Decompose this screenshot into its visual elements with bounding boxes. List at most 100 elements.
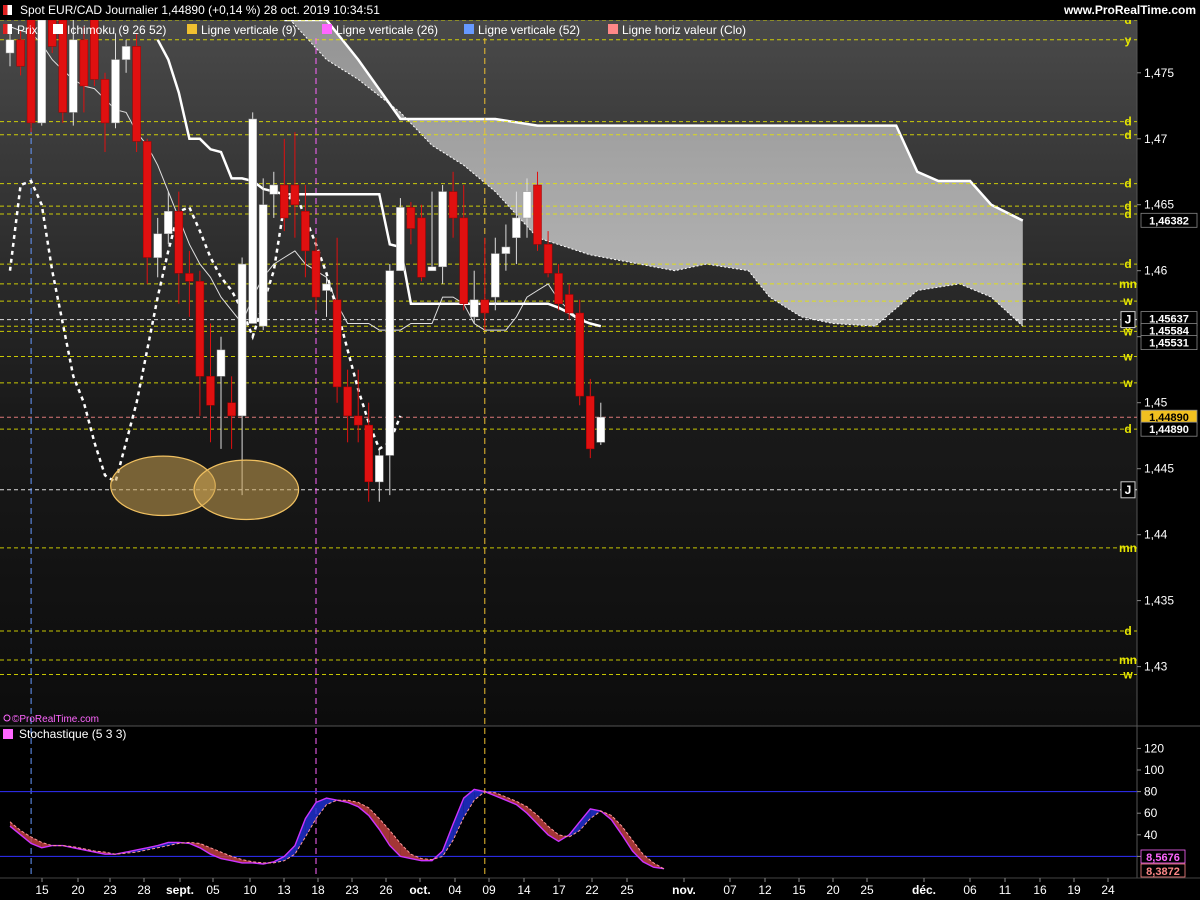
stochastic-icon bbox=[3, 729, 13, 739]
candle-body bbox=[111, 59, 120, 124]
date-tick-label: nov. bbox=[672, 883, 696, 897]
price-badge-text: 1,46382 bbox=[1149, 215, 1189, 227]
candle-body bbox=[69, 39, 78, 113]
date-tick-label: 20 bbox=[826, 883, 840, 897]
chart-title: Spot EUR/CAD Journalier 1,44890 (+0,14 %… bbox=[20, 3, 380, 17]
brand-link[interactable]: www.ProRealTime.com bbox=[1063, 3, 1196, 17]
price-tick-label: 1,47 bbox=[1144, 132, 1168, 146]
candle-body bbox=[237, 263, 247, 417]
level-label: d bbox=[1124, 177, 1131, 191]
legend-label: Ligne horiz valeur (Clo) bbox=[622, 23, 746, 37]
candle-body bbox=[269, 184, 279, 195]
candle-body bbox=[417, 217, 426, 278]
legend-swatch bbox=[322, 24, 332, 34]
date-tick-label: sept. bbox=[166, 883, 194, 897]
highlight-ellipse bbox=[193, 459, 300, 521]
level-label: d bbox=[1124, 257, 1131, 271]
date-tick-label: 11 bbox=[999, 883, 1012, 897]
price-tick-label: 1,435 bbox=[1144, 594, 1174, 608]
legend-label: Ichimoku (9 26 52) bbox=[67, 23, 166, 37]
date-tick-label: 23 bbox=[103, 883, 117, 897]
price-badge-text: 1,45531 bbox=[1149, 338, 1189, 350]
candle-body bbox=[248, 118, 257, 324]
legend-swatch bbox=[187, 24, 197, 34]
level-label: w bbox=[1122, 668, 1133, 682]
candle[interactable] bbox=[132, 33, 141, 152]
candle-body bbox=[100, 79, 110, 124]
candle-body bbox=[406, 207, 416, 229]
candle-body bbox=[216, 349, 226, 377]
candle-body bbox=[480, 299, 490, 314]
candle-body bbox=[132, 46, 141, 142]
candle[interactable] bbox=[575, 299, 584, 406]
legend-item[interactable]: Ligne verticale (52) bbox=[464, 23, 580, 37]
price-badge-text: 1,44890 bbox=[1149, 424, 1189, 436]
window-icon-half bbox=[3, 5, 8, 15]
stochastic-tick-label: 40 bbox=[1144, 828, 1158, 842]
legend-label: Ligne verticale (52) bbox=[478, 23, 580, 37]
date-tick-label: 18 bbox=[311, 883, 325, 897]
candle-body bbox=[469, 299, 479, 318]
date-tick-label: 25 bbox=[620, 883, 634, 897]
level-label: mn bbox=[1119, 541, 1137, 555]
level-label: w bbox=[1122, 376, 1133, 390]
candle-body bbox=[322, 283, 331, 291]
candle-body bbox=[164, 211, 173, 234]
candle-body bbox=[153, 233, 162, 258]
date-tick-label: 05 bbox=[206, 883, 220, 897]
stochastic-badge-text: 8,5676 bbox=[1146, 852, 1180, 864]
candle-body bbox=[575, 312, 584, 397]
legend-swatch bbox=[53, 24, 63, 34]
candle-body bbox=[185, 273, 194, 282]
legend-item[interactable]: Ligne verticale (9) bbox=[187, 23, 296, 37]
stochastic-badge: 8,5676 bbox=[1140, 849, 1186, 864]
stochastic-title[interactable]: Stochastique (5 3 3) bbox=[19, 727, 126, 741]
right-marker-label: J bbox=[1125, 313, 1132, 327]
candle[interactable] bbox=[248, 112, 257, 324]
candle-body bbox=[142, 141, 152, 258]
legend-label: Prix bbox=[17, 23, 38, 37]
date-tick-label: 15 bbox=[35, 883, 49, 897]
candle-body bbox=[353, 415, 363, 426]
candle-body bbox=[385, 270, 395, 456]
legend-swatch bbox=[608, 24, 618, 34]
stochastic-tick-label: 80 bbox=[1144, 785, 1158, 799]
candle[interactable] bbox=[37, 20, 46, 126]
stochastic-badge: 8,3872 bbox=[1140, 863, 1186, 878]
candle-body bbox=[343, 386, 352, 417]
stochastic-tick-label: 120 bbox=[1144, 741, 1164, 755]
stochastic-badge-text: 8,3872 bbox=[1146, 866, 1180, 878]
candle-body bbox=[311, 250, 321, 298]
date-tick-label: 20 bbox=[71, 883, 85, 897]
legend-label: Ligne verticale (9) bbox=[201, 23, 296, 37]
price-tick-label: 1,465 bbox=[1144, 198, 1174, 212]
date-tick-label: 07 bbox=[723, 883, 737, 897]
legend-item[interactable]: Ligne horiz valeur (Clo) bbox=[608, 23, 746, 37]
candle[interactable] bbox=[396, 198, 405, 271]
candle-body bbox=[258, 204, 268, 327]
date-tick-label: 24 bbox=[1101, 883, 1115, 897]
candle-body bbox=[491, 253, 500, 298]
date-tick-label: 16 bbox=[1033, 883, 1047, 897]
candle-body bbox=[543, 244, 553, 274]
level-label: d bbox=[1124, 624, 1131, 638]
chart-canvas[interactable]: dyddddddmnwkwwwdmndmnw1,4751,471,4651,46… bbox=[0, 0, 1200, 900]
price-tick-label: 1,445 bbox=[1144, 462, 1174, 476]
date-tick-label: 19 bbox=[1067, 883, 1081, 897]
stochastic-pane bbox=[0, 726, 1137, 878]
candle-body bbox=[290, 184, 300, 206]
price-badge: 1,44890 bbox=[1140, 421, 1198, 437]
level-label: y bbox=[1125, 33, 1132, 47]
date-tick-label: 09 bbox=[482, 883, 496, 897]
date-tick-label: 22 bbox=[585, 883, 599, 897]
candle-body bbox=[564, 294, 574, 314]
price-tick-label: 1,44 bbox=[1144, 528, 1168, 542]
date-tick-label: 06 bbox=[963, 883, 977, 897]
candle-body bbox=[512, 217, 521, 238]
candle-body bbox=[301, 211, 310, 252]
date-tick-label: 23 bbox=[345, 883, 359, 897]
legend-label: Ligne verticale (26) bbox=[336, 23, 438, 37]
legend-item[interactable]: Ichimoku (9 26 52) bbox=[53, 23, 166, 37]
legend-item[interactable]: Ligne verticale (26) bbox=[322, 23, 438, 37]
legend[interactable]: Prix Ichimoku (9 26 52) Ligne verticale (9… bbox=[3, 23, 746, 37]
